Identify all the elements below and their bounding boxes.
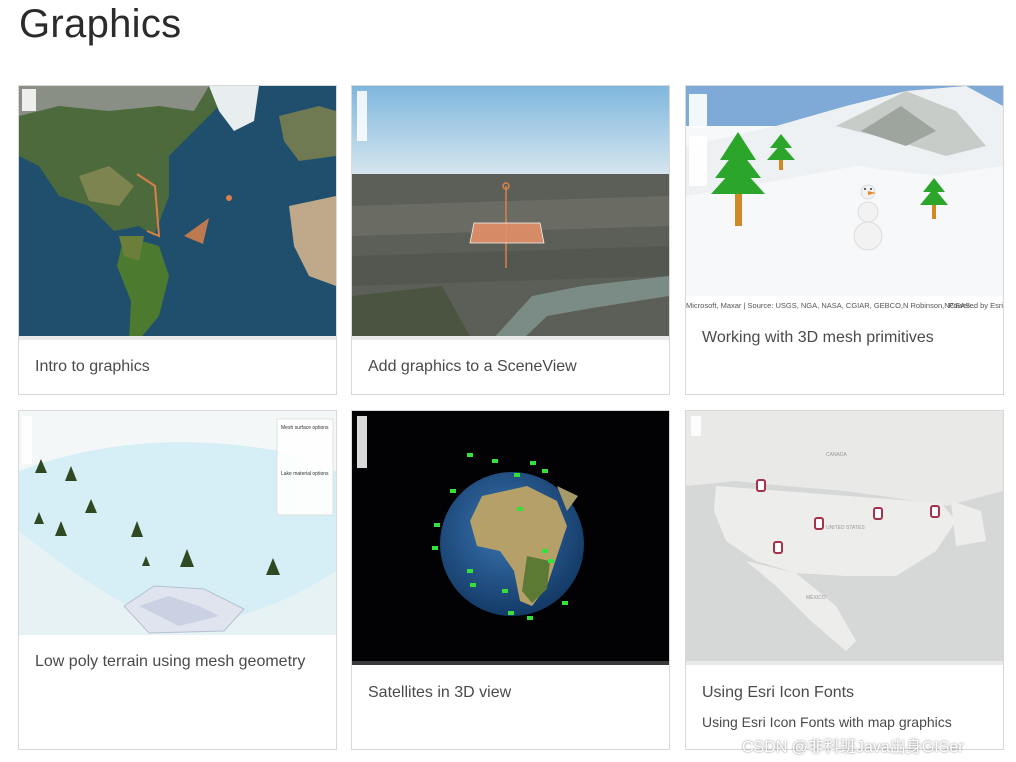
card-title: Intro to graphics — [35, 358, 150, 375]
csdn-watermark: CSDN @非科班Java出身GISer — [742, 739, 964, 756]
card-description: Using Esri Icon Fonts with map graphics — [702, 714, 952, 730]
page-title: Graphics — [19, 2, 182, 46]
panel-heading-mesh: Mesh surface options — [281, 425, 329, 431]
thumbnail-low-poly-terrain: Mesh surface options Lake material optio… — [19, 411, 336, 635]
label-united-states: UNITED STATES — [826, 525, 865, 531]
card-title: Working with 3D mesh primitives — [702, 329, 934, 346]
sample-card-3d-mesh-primitives[interactable]: Microsoft, Maxar | Source: USGS, NGA, NA… — [685, 85, 1004, 395]
map-attribution-bar — [19, 336, 336, 340]
sample-card-intro-to-graphics[interactable]: Intro to graphics — [18, 85, 337, 395]
thumbnail-satellites-globe — [352, 411, 669, 665]
map-attribution-bar — [686, 661, 1003, 665]
thumbnail-us-map-icons: CANADA UNITED STATES MÉXICO — [686, 411, 1003, 665]
card-title: Low poly terrain using mesh geometry — [35, 653, 306, 670]
card-title: Satellites in 3D view — [368, 684, 512, 701]
mesh-powered-text: Powered by Esri — [948, 301, 1003, 310]
label-mexico: MÉXICO — [806, 594, 826, 601]
card-title: Add graphics to a SceneView — [368, 358, 577, 375]
sample-card-esri-icon-fonts[interactable]: CANADA UNITED STATES MÉXICO Using Esri I… — [685, 410, 1004, 750]
map-attribution-bar — [352, 661, 669, 665]
thumbnail-snow-scene: Microsoft, Maxar | Source: USGS, NGA, NA… — [686, 86, 1003, 310]
sample-card-satellites-3d[interactable]: Satellites in 3D view — [351, 410, 670, 750]
thumbnail-city-scene — [352, 86, 669, 340]
mesh-attribution-text: Microsoft, Maxar | Source: USGS, NGA, NA… — [686, 301, 976, 310]
panel-heading-lake: Lake material options — [281, 471, 329, 477]
card-title: Using Esri Icon Fonts — [702, 684, 855, 701]
map-attribution-bar — [352, 336, 669, 340]
label-canada: CANADA — [826, 452, 848, 458]
thumbnail-world-map — [19, 86, 336, 340]
sample-card-low-poly-terrain[interactable]: Mesh surface options Lake material optio… — [18, 410, 337, 750]
sample-card-add-graphics-sceneview[interactable]: Add graphics to a SceneView — [351, 85, 670, 395]
